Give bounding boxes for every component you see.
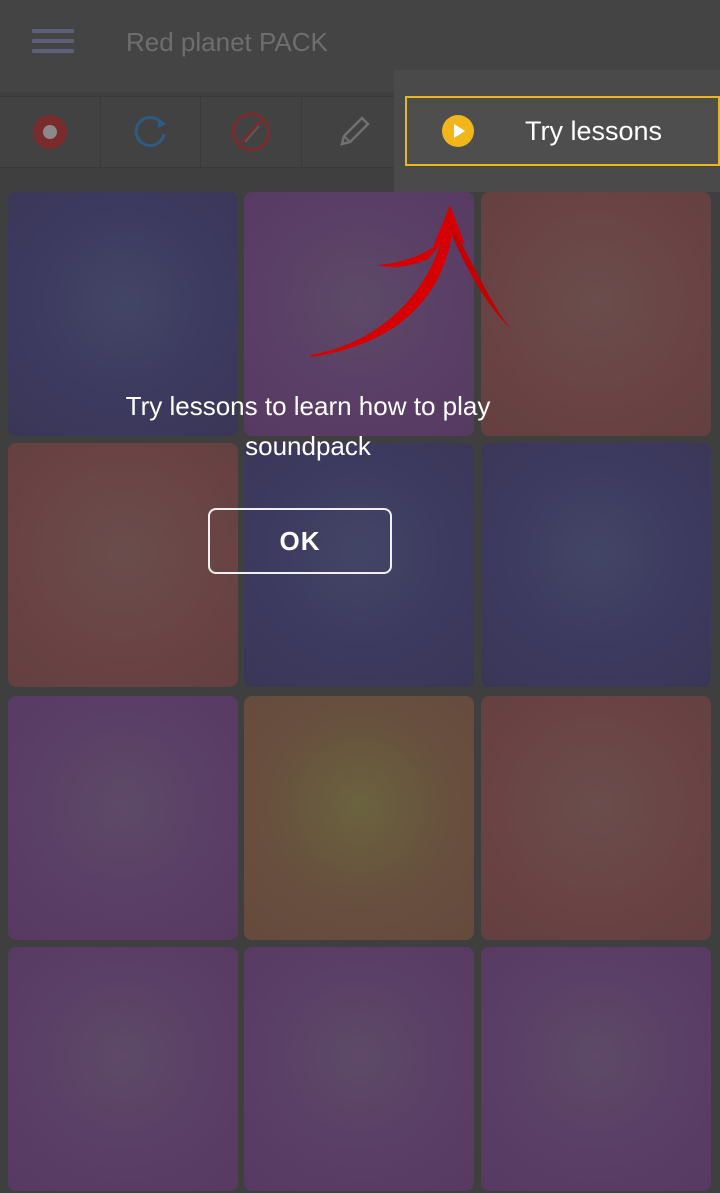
- pad-11[interactable]: [244, 947, 474, 1191]
- pad-7[interactable]: [8, 696, 238, 940]
- pad-12[interactable]: [481, 947, 711, 1191]
- mute-button[interactable]: [201, 97, 302, 167]
- record-button[interactable]: [0, 97, 101, 167]
- hint-message: Try lessons to learn how to play soundpa…: [125, 391, 491, 461]
- pad-6[interactable]: [481, 443, 711, 687]
- mute-icon: [231, 112, 271, 152]
- pad-4[interactable]: [8, 443, 238, 687]
- pencil-icon: [340, 116, 370, 146]
- ok-button[interactable]: OK: [208, 508, 392, 574]
- page-title: Red planet PACK: [126, 27, 328, 57]
- pad-8[interactable]: [244, 696, 474, 940]
- pointer-arrow-icon: [310, 205, 512, 357]
- try-lessons-button[interactable]: Try lessons: [405, 96, 720, 166]
- hamburger-menu-icon[interactable]: [32, 29, 74, 59]
- try-lessons-label: Try lessons: [525, 115, 663, 146]
- edit-button[interactable]: [304, 97, 405, 167]
- loop-button[interactable]: [100, 97, 201, 167]
- record-icon: [33, 115, 67, 149]
- play-icon: [442, 115, 474, 147]
- loop-icon: [134, 116, 166, 148]
- pad-10[interactable]: [8, 947, 238, 1191]
- pad-9[interactable]: [481, 696, 711, 940]
